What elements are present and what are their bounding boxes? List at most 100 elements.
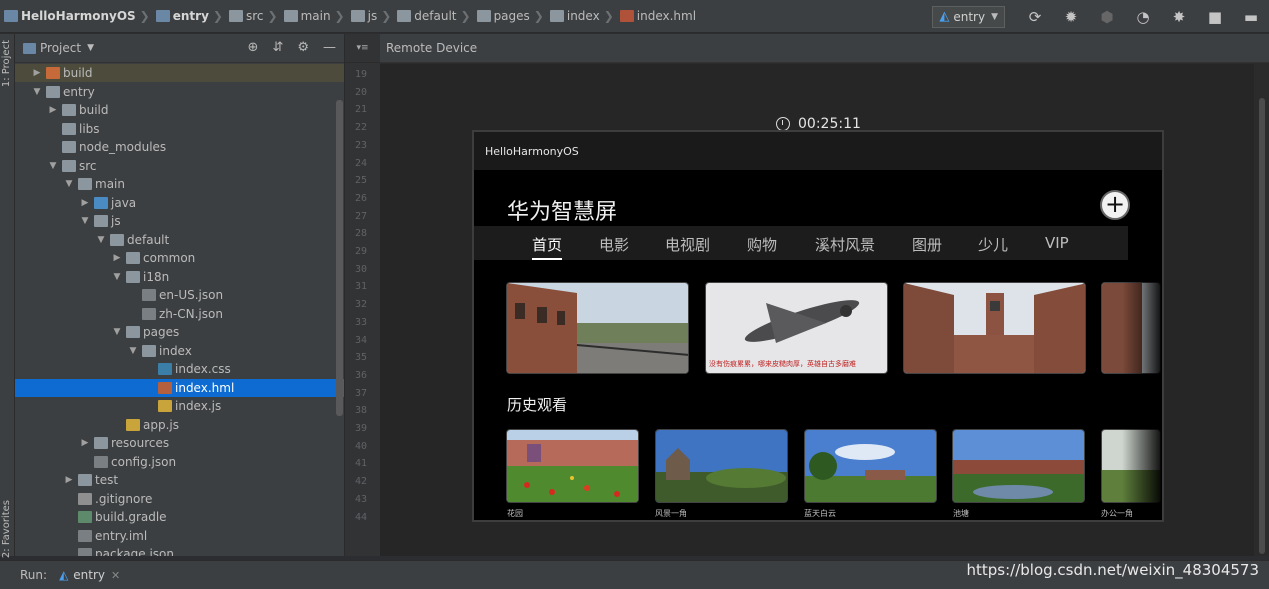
line-number: 36 <box>354 369 367 381</box>
project-scrollbar[interactable] <box>336 100 343 416</box>
tree-item[interactable]: build.gradle <box>15 508 344 526</box>
tree-item[interactable]: ▶ test <box>15 471 344 489</box>
breadcrumb-item[interactable]: index.hml <box>616 0 696 33</box>
rerun-icon[interactable]: ⟳ <box>1017 0 1053 33</box>
chevron-down-icon[interactable]: ▼ <box>87 43 94 53</box>
folder-icon <box>126 270 140 283</box>
project-view-select[interactable]: Project <box>40 41 81 55</box>
run-tab-entry[interactable]: ◭ entry ✕ <box>59 568 120 582</box>
tree-item[interactable]: en-US.json <box>15 286 344 304</box>
tree-item[interactable]: ▼ js <box>15 212 344 230</box>
tree-item[interactable]: ▼ pages <box>15 323 344 341</box>
tree-item[interactable]: ▶ build <box>15 101 344 119</box>
featured-photo-street[interactable] <box>506 282 689 374</box>
tree-item[interactable]: entry.iml <box>15 527 344 545</box>
tree-item[interactable]: ▼ default <box>15 231 344 249</box>
featured-photo-tower[interactable] <box>903 282 1086 374</box>
folder-icon[interactable]: ▬ <box>1233 0 1269 33</box>
chevron-right-icon[interactable]: ▶ <box>111 253 123 263</box>
profiler-icon[interactable]: ◔ <box>1125 0 1161 33</box>
settings-gear-icon[interactable]: ⚙ <box>297 40 309 55</box>
tree-item-label: i18n <box>143 269 170 284</box>
chevron-down-icon[interactable]: ▼ <box>63 179 75 189</box>
module-icon <box>155 10 170 22</box>
chevron-right-icon: ❯ <box>460 9 471 23</box>
history-photo-sky[interactable] <box>804 429 937 503</box>
line-number: 31 <box>354 281 367 293</box>
close-icon[interactable]: ✕ <box>111 569 120 582</box>
device-tab[interactable]: 购物 <box>747 234 777 255</box>
chevron-down-icon[interactable]: ▼ <box>127 346 139 356</box>
breadcrumb-item[interactable]: js ❯ <box>347 0 394 33</box>
attach-debugger-icon[interactable]: ⬢ <box>1089 0 1125 33</box>
breadcrumb-item[interactable]: pages ❯ <box>473 0 546 33</box>
breadcrumb-item[interactable]: default ❯ <box>393 0 472 33</box>
tree-item[interactable]: ▼ i18n <box>15 268 344 286</box>
chevron-right-icon[interactable]: ▶ <box>79 438 91 448</box>
line-number: 29 <box>354 246 367 257</box>
tree-item[interactable]: index.hml <box>15 378 344 397</box>
tree-item[interactable]: ▼ index <box>15 342 344 360</box>
chevron-right-icon[interactable]: ▶ <box>31 68 43 78</box>
chevron-down-icon[interactable]: ▼ <box>95 235 107 245</box>
chevron-down-icon[interactable]: ▼ <box>47 161 59 171</box>
remote-scrollbar[interactable] <box>1255 98 1269 556</box>
run-configuration-select[interactable]: ◭ entry ▼ <box>932 5 1005 28</box>
device-tab[interactable]: 电视剧 <box>665 234 710 255</box>
debug-icon[interactable]: ✹ <box>1053 0 1089 33</box>
breadcrumb-item[interactable]: index ❯ <box>546 0 616 33</box>
chevron-down-icon[interactable]: ▼ <box>111 272 123 282</box>
stop-icon[interactable]: ■ <box>1197 0 1233 33</box>
device-tab[interactable]: 首页 <box>532 234 563 260</box>
chevron-down-icon[interactable]: ▼ <box>111 327 123 337</box>
chevron-down-icon[interactable]: ▼ <box>31 87 43 97</box>
breadcrumb-item[interactable]: src ❯ <box>225 0 280 33</box>
app-title: HelloHarmonyOS <box>485 144 579 158</box>
tree-item[interactable]: ▶ java <box>15 194 344 212</box>
device-tab[interactable]: 图册 <box>912 234 942 255</box>
chevron-right-icon[interactable]: ▶ <box>63 475 75 485</box>
device-tab[interactable]: 少儿 <box>978 234 1008 255</box>
tree-item[interactable]: index.css <box>15 360 344 378</box>
hide-panel-icon[interactable]: — <box>323 40 336 55</box>
tree-item[interactable]: ▼ src <box>15 157 344 175</box>
featured-photo-banner[interactable]: 没有伤痕累累，哪来皮糙肉厚，英雄自古多磨难 <box>705 282 888 374</box>
tree-item[interactable]: zh-CN.json <box>15 305 344 323</box>
history-photo-garden[interactable] <box>506 429 639 503</box>
breadcrumb-item[interactable]: main ❯ <box>280 0 347 33</box>
device-tab[interactable]: 溪村风景 <box>815 234 875 255</box>
tree-item[interactable]: .gitignore <box>15 490 344 508</box>
tree-item[interactable]: ▶ resources <box>15 434 344 452</box>
tree-item-label: entry.iml <box>95 528 148 543</box>
tree-item[interactable]: libs <box>15 120 344 138</box>
device-tab[interactable]: VIP <box>1045 234 1069 252</box>
favorites-tool-window-label[interactable]: 2: Favorites <box>1 500 12 558</box>
tree-item[interactable]: node_modules <box>15 138 344 156</box>
add-button[interactable]: + <box>1100 190 1130 220</box>
tree-item[interactable]: ▶ build <box>15 64 344 82</box>
tree-item[interactable]: package.json <box>15 545 344 556</box>
tree-item[interactable]: ▼ main <box>15 175 344 193</box>
history-photo-pond[interactable] <box>952 429 1085 503</box>
folder-icon <box>94 437 108 449</box>
debug-gear-icon[interactable]: ✸ <box>1161 0 1197 33</box>
locate-icon[interactable]: ⊕ <box>248 40 259 55</box>
app-title-bar: HelloHarmonyOS <box>474 132 1162 170</box>
chevron-right-icon[interactable]: ▶ <box>79 198 91 208</box>
tree-item[interactable]: ▼ entry <box>15 83 344 101</box>
chevron-right-icon[interactable]: ▶ <box>47 105 59 115</box>
breadcrumb-item[interactable]: HelloHarmonyOS ❯ <box>0 0 152 33</box>
history-photo-scenery[interactable] <box>655 429 788 503</box>
breadcrumb-item[interactable]: entry ❯ <box>152 0 225 33</box>
project-tool-window-label[interactable]: 1: Project <box>1 40 12 87</box>
tree-item[interactable]: ▶ common <box>15 249 344 267</box>
tree-item[interactable]: index.js <box>15 397 344 415</box>
collapse-all-icon[interactable]: ⇵ <box>272 40 283 55</box>
tree-item[interactable]: config.json <box>15 453 344 471</box>
chevron-down-icon[interactable]: ▼ <box>79 216 91 226</box>
tree-item[interactable]: app.js <box>15 416 344 434</box>
breadcrumb-label: index <box>566 9 600 23</box>
device-tab[interactable]: 电影 <box>599 234 629 255</box>
line-number: 42 <box>354 476 367 488</box>
tree-item-label: package.json <box>95 547 175 556</box>
